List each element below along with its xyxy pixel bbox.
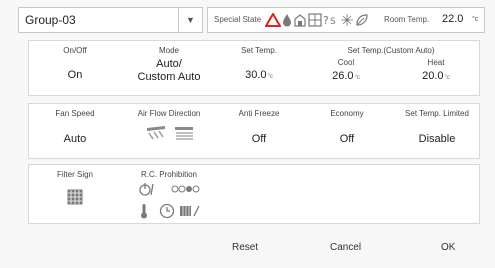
grid-icon bbox=[308, 13, 322, 27]
ok-button[interactable]: OK bbox=[441, 242, 455, 253]
schedule-question-icon: ? S bbox=[323, 14, 336, 27]
svg-text:S: S bbox=[330, 17, 336, 27]
air-flow-control[interactable]: Air Flow Direction bbox=[121, 104, 217, 158]
fan-speed-value: Auto bbox=[63, 133, 87, 145]
fan-speed-control[interactable]: Fan Speed Auto bbox=[29, 104, 121, 158]
heat-label: Heat bbox=[427, 58, 445, 67]
anti-freeze-label: Anti Freeze bbox=[238, 109, 280, 118]
mode-value-line1: Auto/ bbox=[156, 58, 182, 70]
set-temp-limited-label: Set Temp. Limited bbox=[405, 109, 469, 118]
rc-prohibition-control[interactable]: R.C. Prohibition bbox=[121, 165, 217, 223]
heat-value-wrap: 20.0°c bbox=[401, 70, 471, 82]
room-temp-unit: °c bbox=[472, 16, 479, 23]
rc-prohibition-label: R.C. Prohibition bbox=[140, 170, 198, 179]
action-bar: Reset Cancel OK bbox=[0, 230, 495, 268]
timer-icon bbox=[159, 203, 175, 219]
power-prohibit-icon bbox=[139, 183, 154, 196]
heat-value: 20.0 bbox=[422, 70, 444, 82]
warning-triangle-icon bbox=[265, 13, 281, 27]
air-flow-label: Air Flow Direction bbox=[137, 109, 201, 118]
operation-panel: On/Off On Mode Auto/ Custom Auto Set Tem… bbox=[28, 40, 480, 96]
filter-sign-label: Filter Sign bbox=[56, 170, 93, 179]
set-temp-limited-control[interactable]: Set Temp. Limited Disable bbox=[393, 104, 481, 158]
mode-value-line2: Custom Auto bbox=[137, 71, 201, 83]
svg-text:?: ? bbox=[323, 14, 329, 27]
reset-button[interactable]: Reset bbox=[232, 242, 258, 253]
anti-freeze-value: Off bbox=[251, 133, 267, 145]
group-select[interactable]: Group-03 ▼ bbox=[18, 7, 203, 33]
louver-icon bbox=[147, 126, 165, 140]
maintenance-panel: Filter Sign R.C. Prohibition bbox=[28, 164, 480, 224]
economy-control[interactable]: Economy Off bbox=[301, 104, 393, 158]
swing-icon bbox=[175, 127, 193, 140]
economy-label: Economy bbox=[330, 109, 364, 118]
set-temp-limited-value: Disable bbox=[418, 133, 456, 145]
cancel-button[interactable]: Cancel bbox=[330, 242, 361, 253]
set-temp-value: 30.0 bbox=[245, 69, 267, 81]
cool-value-wrap: 26.0°c bbox=[311, 70, 381, 82]
fan-speed-label: Fan Speed bbox=[55, 109, 95, 118]
cool-unit: °c bbox=[354, 75, 360, 81]
onoff-label: On/Off bbox=[63, 46, 87, 55]
drop-icon bbox=[283, 14, 291, 27]
set-temp-unit: °c bbox=[267, 74, 273, 80]
fan-icon bbox=[341, 14, 353, 26]
leaf-icon bbox=[356, 14, 368, 26]
set-temp-control[interactable]: Set Temp. 30.0°c bbox=[217, 41, 301, 95]
mode-prohibit-icon bbox=[171, 185, 200, 193]
cool-label: Cool bbox=[337, 58, 355, 67]
building-icon bbox=[294, 14, 306, 27]
chevron-down-icon[interactable]: ▼ bbox=[178, 8, 202, 32]
room-temp-value: 22.0 bbox=[442, 13, 464, 25]
custom-auto-label: Set Temp.(Custom Auto) bbox=[347, 46, 435, 55]
settings-panel: Fan Speed Auto Air Flow Direction Anti F… bbox=[28, 103, 480, 159]
filter-reset-icon bbox=[180, 205, 200, 217]
status-bar: Special State ? S Room Temp. 22.0 °c bbox=[207, 7, 485, 33]
mode-control[interactable]: Mode Auto/ Custom Auto bbox=[121, 41, 217, 95]
mode-label: Mode bbox=[158, 46, 179, 55]
group-select-value: Group-03 bbox=[25, 13, 76, 27]
onoff-value: On bbox=[67, 69, 83, 81]
economy-value: Off bbox=[339, 133, 355, 145]
onoff-control[interactable]: On/Off On bbox=[29, 41, 121, 95]
room-temp-label: Room Temp. bbox=[384, 15, 430, 24]
heat-unit: °c bbox=[444, 75, 450, 81]
thermometer-icon bbox=[141, 204, 147, 219]
set-temp-label: Set Temp. bbox=[241, 46, 277, 55]
special-state-label: Special State bbox=[214, 15, 262, 24]
special-state-icons: ? S bbox=[265, 11, 369, 29]
set-temp-value-wrap: 30.0°c bbox=[217, 69, 301, 81]
cool-value: 26.0 bbox=[332, 70, 354, 82]
anti-freeze-control[interactable]: Anti Freeze Off bbox=[217, 104, 301, 158]
filter-icon bbox=[67, 189, 83, 205]
custom-auto-control[interactable]: Set Temp.(Custom Auto) Cool Heat 26.0°c … bbox=[301, 41, 481, 95]
filter-sign-control[interactable]: Filter Sign bbox=[29, 165, 121, 223]
